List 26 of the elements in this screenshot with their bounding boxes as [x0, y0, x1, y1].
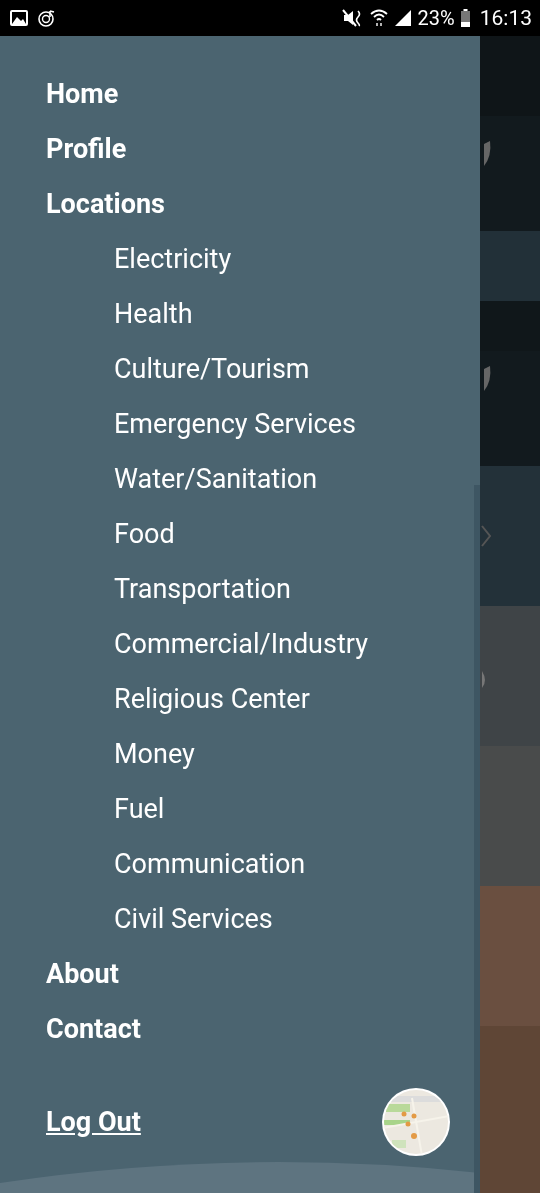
submenu-item[interactable]: Fuel — [114, 782, 165, 837]
submenu-item[interactable]: Religious Center — [114, 672, 310, 727]
submenu-item[interactable]: Money — [114, 727, 195, 782]
signal-icon — [393, 9, 412, 27]
menu-item[interactable]: Profile — [46, 122, 127, 177]
submenu-item[interactable]: Food — [114, 507, 175, 562]
submenu-item[interactable]: Culture/Tourism — [114, 342, 310, 397]
menu-item[interactable]: Contact — [46, 1002, 141, 1057]
gallery-icon — [10, 10, 28, 26]
clock: 16:13 — [479, 6, 532, 30]
wifi-icon — [369, 9, 388, 27]
battery-icon — [460, 9, 470, 27]
logout-link[interactable]: Log Out — [46, 1106, 141, 1138]
submenu-item[interactable]: Water/Sanitation — [114, 452, 318, 507]
submenu-item[interactable]: Emergency Services — [114, 397, 356, 452]
submenu-item[interactable]: Transportation — [114, 562, 291, 617]
battery-percent: 23% — [417, 6, 455, 30]
submenu-item[interactable]: Commercial/Industry — [114, 617, 368, 672]
menu-item[interactable]: Locations — [46, 177, 165, 232]
submenu-item[interactable]: Electricity — [114, 232, 232, 287]
music-disc-icon — [38, 9, 56, 27]
submenu-item[interactable]: Civil Services — [114, 892, 273, 947]
menu-item[interactable]: About — [46, 947, 119, 1002]
menu-item[interactable]: Home — [46, 67, 119, 122]
submenu-item[interactable]: Health — [114, 287, 193, 342]
submenu-item[interactable]: Communication — [114, 837, 306, 892]
